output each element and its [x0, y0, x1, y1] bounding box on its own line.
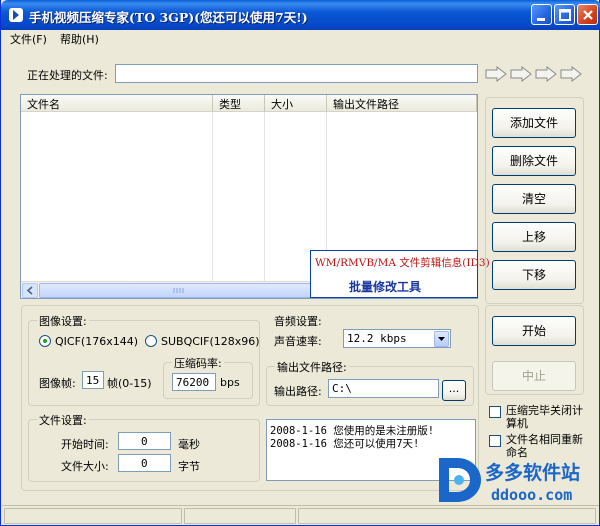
column-header-output-path[interactable]: 输出文件路径: [327, 95, 477, 112]
clear-button[interactable]: 清空: [492, 184, 576, 214]
qcif-radio[interactable]: [39, 335, 51, 347]
shutdown-label[interactable]: 压缩完毕关闭计算机: [506, 404, 584, 430]
browse-button[interactable]: ...: [442, 380, 466, 401]
audio-settings-title: 音频设置:: [274, 315, 322, 328]
delete-file-button[interactable]: 删除文件: [492, 146, 576, 176]
audio-rate-label: 声音速率:: [274, 335, 322, 348]
file-size-unit: 字节: [178, 460, 200, 473]
processing-file-field: [115, 64, 478, 83]
output-path-input[interactable]: C:\: [328, 379, 439, 398]
file-size-label: 文件大小:: [61, 460, 109, 473]
frame-range-label: 帧(0-15): [107, 377, 152, 390]
subqcif-label[interactable]: SUBQCIF(128x96): [161, 335, 260, 348]
bitrate-input[interactable]: 76200: [172, 373, 216, 391]
overwrite-checkbox[interactable]: [489, 435, 501, 447]
move-up-button[interactable]: 上移: [492, 222, 576, 252]
start-button[interactable]: 开始: [492, 316, 576, 346]
arrow-right-icon: [510, 66, 532, 82]
file-settings-title: 文件设置:: [37, 412, 89, 428]
arrow-right-icon: [560, 66, 582, 82]
menu-file[interactable]: 文件(F): [10, 31, 47, 47]
watermark-en: ddooo.com: [491, 486, 573, 504]
add-file-button[interactable]: 添加文件: [492, 108, 576, 138]
watermark-logo-icon: [439, 458, 481, 502]
shutdown-checkbox[interactable]: [489, 406, 501, 418]
menu-help[interactable]: 帮助(H): [60, 31, 99, 47]
qcif-label[interactable]: QICF(176x144): [55, 335, 138, 348]
column-divider: [264, 112, 265, 282]
scroll-thumb[interactable]: [39, 283, 317, 298]
image-settings-title: 图像设置:: [37, 313, 89, 329]
status-bar: [2, 505, 599, 525]
audio-rate-select[interactable]: 12.2 kbps: [343, 329, 451, 348]
column-header-filename[interactable]: 文件名: [21, 95, 213, 112]
maximize-button[interactable]: [554, 4, 575, 25]
column-divider: [212, 112, 213, 282]
file-size-input[interactable]: 0: [118, 454, 171, 472]
start-time-unit: 毫秒: [178, 438, 200, 451]
promo-line1: WM/RMVB/MA 文件剪辑信息(ID3): [315, 257, 490, 269]
scroll-left-button[interactable]: [22, 283, 38, 298]
promo-line2[interactable]: 批量修改工具: [349, 278, 421, 295]
log-line: 2008-1-16 您还可以使用7天!: [270, 438, 420, 450]
bitrate-title: 压缩码率:: [172, 355, 224, 371]
move-down-button[interactable]: 下移: [492, 260, 576, 290]
frame-label: 图像帧:: [39, 377, 76, 390]
minimize-button[interactable]: [531, 4, 552, 25]
output-path-title: 输出文件路径:: [275, 359, 349, 375]
status-pane: [184, 508, 296, 524]
watermark: 多多软件站 ddooo.com: [429, 452, 600, 508]
chevron-left-icon: [26, 286, 33, 295]
start-time-input[interactable]: 0: [118, 432, 171, 450]
status-pane: [298, 508, 596, 524]
window-title: 手机视频压缩专家(TO 3GP)(您还可以使用7天!): [29, 10, 308, 25]
grip-icon: [173, 288, 184, 293]
menu-bar: 文件(F) 帮助(H): [2, 30, 599, 48]
close-button[interactable]: [577, 4, 598, 25]
arrow-right-icon: [485, 66, 507, 82]
column-header-type[interactable]: 类型: [213, 95, 265, 112]
subqcif-radio[interactable]: [145, 335, 157, 347]
dropdown-button[interactable]: [434, 331, 449, 347]
stop-button[interactable]: 中止: [492, 361, 576, 391]
bitrate-unit: bps: [220, 376, 240, 389]
status-pane: [4, 508, 182, 524]
arrow-right-icon: [535, 66, 557, 82]
column-header-size[interactable]: 大小: [265, 95, 327, 112]
title-bar[interactable]: 手机视频压缩专家(TO 3GP)(您还可以使用7天!): [1, 0, 600, 30]
output-path-label: 输出路径:: [274, 385, 322, 398]
start-time-label: 开始时间:: [61, 438, 109, 451]
app-icon: [7, 6, 25, 24]
chevron-down-icon: [438, 337, 445, 341]
watermark-cn: 多多软件站: [485, 462, 581, 484]
frame-input[interactable]: 15: [82, 371, 104, 389]
app-window: 手机视频压缩专家(TO 3GP)(您还可以使用7天!) 文件(F) 帮助(H) …: [0, 0, 600, 526]
promo-overlay[interactable]: WM/RMVB/MA 文件剪辑信息(ID3) 批量修改工具: [310, 250, 490, 298]
processing-label: 正在处理的文件:: [27, 69, 108, 82]
